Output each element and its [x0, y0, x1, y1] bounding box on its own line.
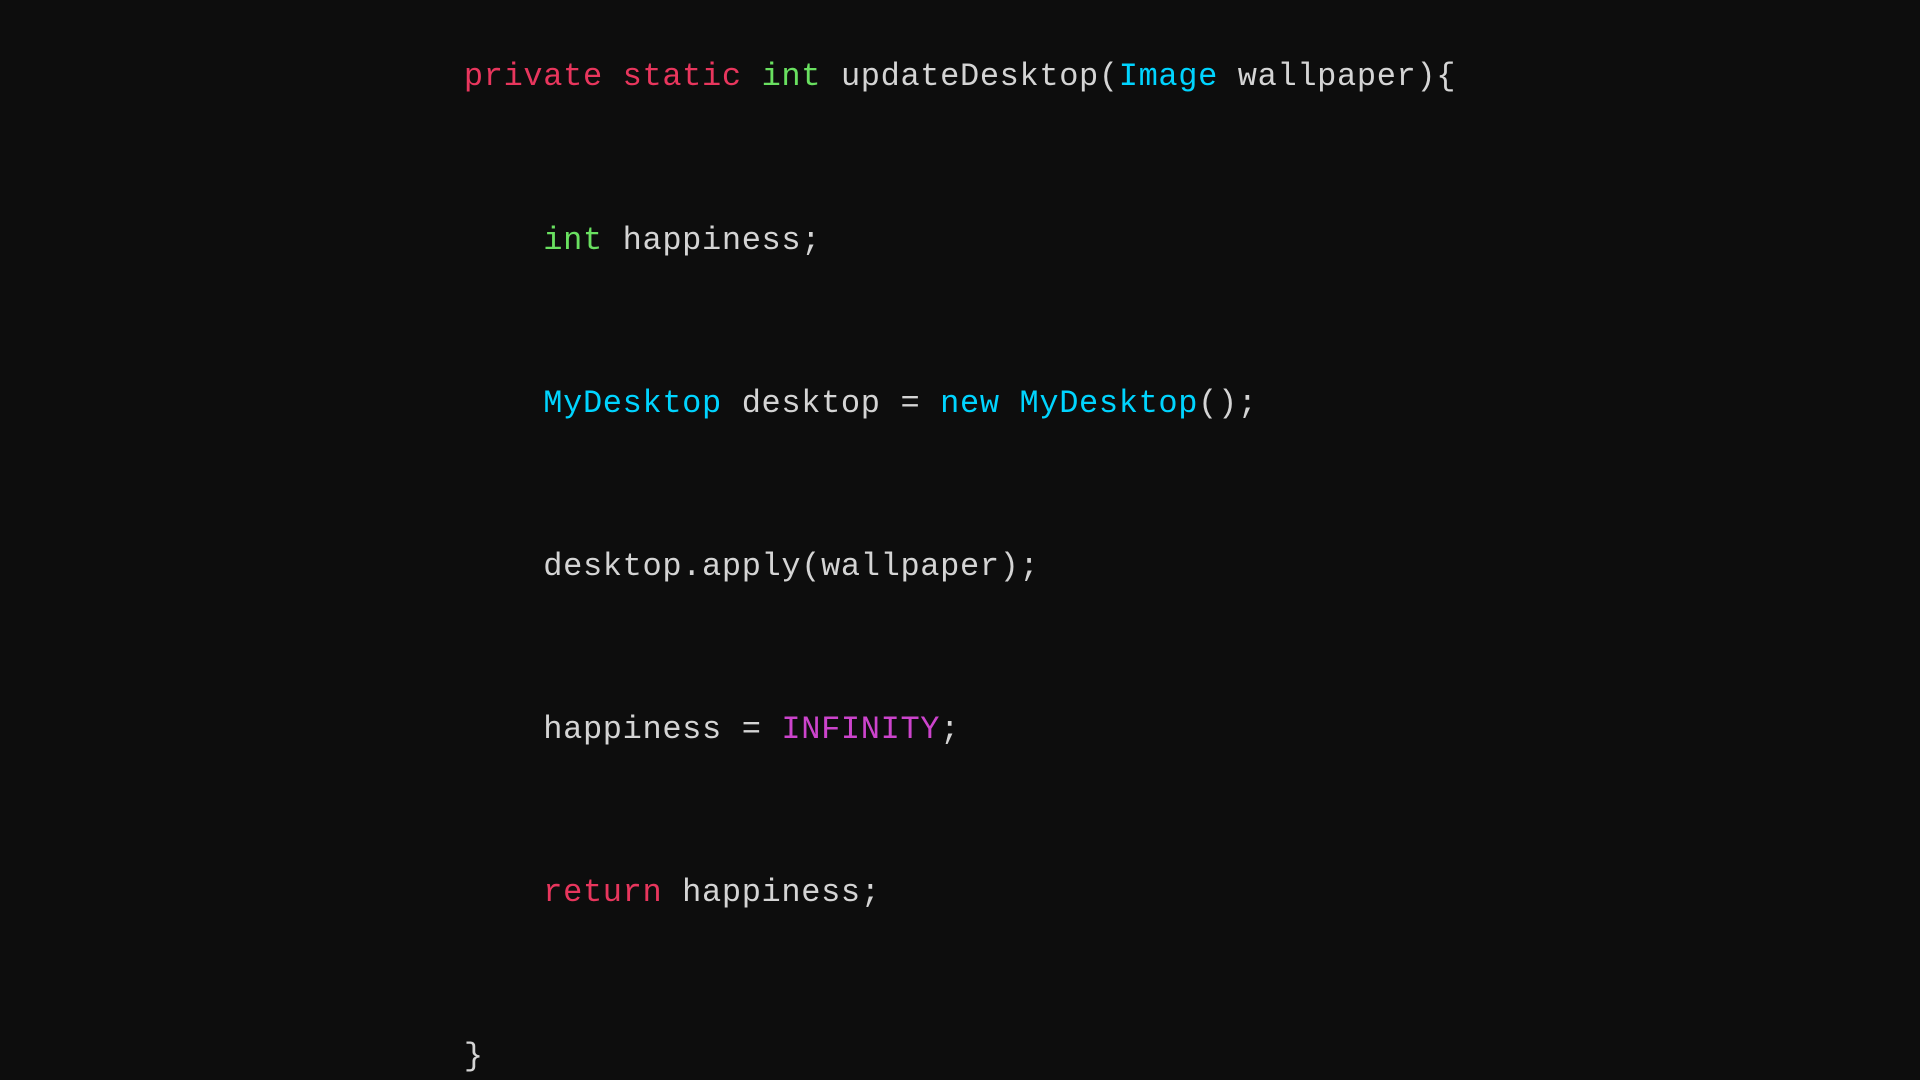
- line6-rest: happiness;: [662, 874, 880, 911]
- code-line-6: return happiness;: [464, 866, 1456, 920]
- code-line-1: private static int updateDesktop(Image w…: [464, 50, 1456, 104]
- keyword-static: static: [623, 58, 742, 95]
- code-line-7: }: [464, 1030, 1456, 1080]
- class-mydesktop-ctor: MyDesktop: [1000, 385, 1198, 422]
- line3-rest2: ();: [1198, 385, 1258, 422]
- line5-rest2: ;: [940, 711, 960, 748]
- line4-rest: desktop.apply(wallpaper);: [543, 548, 1039, 585]
- code-line-5: happiness = INFINITY;: [464, 703, 1456, 757]
- line1-rest: wallpaper){: [1218, 58, 1456, 95]
- keyword-new: new: [940, 385, 1000, 422]
- code-display: private static int updateDesktop(Image w…: [464, 0, 1456, 1080]
- line5-rest1: happiness =: [543, 711, 781, 748]
- function-name: updateDesktop(: [841, 58, 1119, 95]
- constant-infinity: INFINITY: [781, 711, 940, 748]
- code-line-2: int happiness;: [464, 214, 1456, 268]
- line3-rest1: desktop =: [722, 385, 940, 422]
- class-mydesktop-type: MyDesktop: [543, 385, 722, 422]
- line2-rest: happiness;: [603, 222, 821, 259]
- keyword-return: return: [543, 874, 662, 911]
- keyword-int-return: int: [762, 58, 822, 95]
- class-image: Image: [1119, 58, 1218, 95]
- code-line-4: desktop.apply(wallpaper);: [464, 540, 1456, 594]
- keyword-int-var: int: [543, 222, 603, 259]
- closing-brace: }: [464, 1038, 484, 1075]
- keyword-private: private: [464, 58, 603, 95]
- code-line-3: MyDesktop desktop = new MyDesktop();: [464, 377, 1456, 431]
